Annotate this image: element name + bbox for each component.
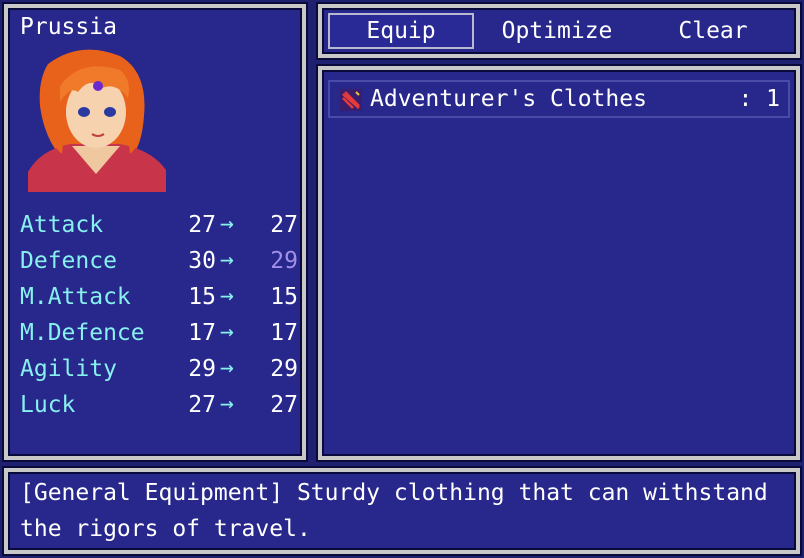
stat-row-attack: Attack 27 → 27 <box>20 211 298 246</box>
stat-current-value: 27 <box>188 212 216 238</box>
stat-new-value: 15 <box>270 284 298 310</box>
stat-row-defence: Defence 30 → 29 <box>20 247 298 282</box>
stat-current-value: 30 <box>188 248 216 274</box>
actor-portrait <box>28 49 166 192</box>
help-text-line-1: [General Equipment] Sturdy clothing that… <box>20 480 768 506</box>
stat-current-value: 27 <box>188 392 216 418</box>
stat-new-value: 27 <box>270 392 298 418</box>
equip-command[interactable]: Equip <box>328 13 474 49</box>
stat-label: M.Defence <box>20 320 145 346</box>
right-arrow-icon: → <box>220 283 234 309</box>
status-window: Prussia Attack 27 → 27 Defence 30 → 29 M… <box>4 4 306 460</box>
item-count: : 1 <box>738 86 780 112</box>
help-window: [General Equipment] Sturdy clothing that… <box>4 468 800 554</box>
stat-label: Defence <box>20 248 117 274</box>
right-arrow-icon: → <box>220 355 234 381</box>
command-window: Equip Optimize Clear <box>318 4 800 58</box>
actor-name: Prussia <box>20 14 117 40</box>
item-list-window: Adventurer's Clothes : 1 <box>318 66 800 460</box>
stat-new-value: 29 <box>270 356 298 382</box>
stat-row-m-defence: M.Defence 17 → 17 <box>20 319 298 354</box>
stat-new-value: 27 <box>270 212 298 238</box>
right-arrow-icon: → <box>220 247 234 273</box>
stat-current-value: 15 <box>188 284 216 310</box>
right-arrow-icon: → <box>220 211 234 237</box>
right-arrow-icon: → <box>220 391 234 417</box>
stat-current-value: 29 <box>188 356 216 382</box>
stat-row-m-attack: M.Attack 15 → 15 <box>20 283 298 318</box>
stat-label: Agility <box>20 356 117 382</box>
stat-label: Luck <box>20 392 76 418</box>
clear-command[interactable]: Clear <box>640 13 786 49</box>
stat-row-luck: Luck 27 → 27 <box>20 391 298 426</box>
stat-current-value: 17 <box>188 320 216 346</box>
clothes-icon <box>340 89 362 111</box>
optimize-command[interactable]: Optimize <box>484 13 630 49</box>
item-name: Adventurer's Clothes <box>370 86 647 112</box>
stat-label: Attack <box>20 212 104 238</box>
stat-new-value: 29 <box>270 248 298 274</box>
item-row-adventurers-clothes[interactable]: Adventurer's Clothes : 1 <box>328 80 790 118</box>
stat-new-value: 17 <box>270 320 298 346</box>
stat-label: M.Attack <box>20 284 131 310</box>
stat-row-agility: Agility 29 → 29 <box>20 355 298 390</box>
right-arrow-icon: → <box>220 319 234 345</box>
help-text-line-2: the rigors of travel. <box>20 516 311 542</box>
